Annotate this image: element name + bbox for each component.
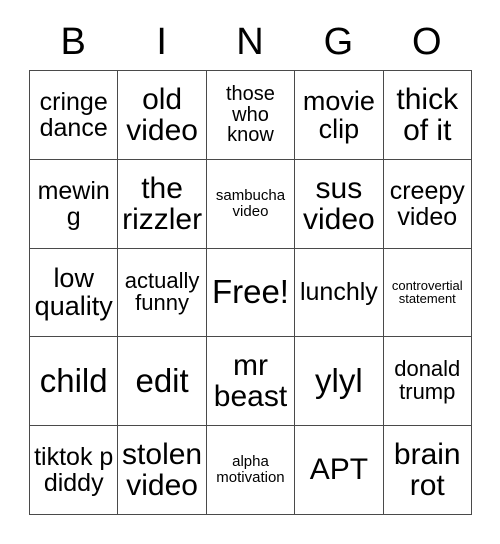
bingo-cell[interactable]: sus video: [294, 158, 384, 249]
bingo-cell[interactable]: sambucha video: [205, 158, 296, 249]
bingo-cell-label: the rizzler: [122, 171, 203, 236]
bingo-cell-label: cringe dance: [39, 87, 108, 142]
bingo-cell-label: mewing: [37, 176, 110, 231]
bingo-cell[interactable]: edit: [117, 336, 207, 427]
bingo-cell[interactable]: APT: [294, 425, 384, 515]
bingo-cell-label: sambucha video: [215, 187, 286, 220]
bingo-cell[interactable]: old video: [117, 70, 207, 160]
bingo-cell-label: stolen video: [122, 437, 203, 503]
header-letter-o: O: [412, 21, 442, 63]
bingo-row: child edit mr beast ylyl donald trump: [28, 336, 472, 427]
bingo-cell-free-space[interactable]: Free!: [205, 247, 296, 338]
bingo-cell[interactable]: the rizzler: [117, 158, 207, 249]
bingo-cell-label: child: [39, 362, 108, 400]
bingo-cell[interactable]: alpha motivation: [205, 425, 296, 515]
bingo-cell-label: movie clip: [302, 85, 375, 144]
bingo-cell[interactable]: brain rot: [382, 425, 472, 515]
bingo-row: cringe dance old video those who know mo…: [28, 70, 472, 160]
bingo-cell[interactable]: low quality: [28, 247, 119, 338]
bingo-cell[interactable]: those who know: [205, 70, 296, 160]
header-letter-i: I: [156, 21, 167, 63]
bingo-cell[interactable]: movie clip: [294, 70, 384, 160]
bingo-cell-label: old video: [126, 82, 198, 147]
bingo-cell-label: alpha motivation: [216, 453, 285, 487]
bingo-cell[interactable]: lunchly: [294, 247, 384, 338]
bingo-cell[interactable]: ylyl: [294, 336, 384, 427]
bingo-cell-label: lunchly: [299, 278, 378, 307]
bingo-row: low quality actually funny Free! lunchly…: [28, 247, 472, 338]
bingo-header-row: B I N G O: [29, 14, 471, 70]
header-letter-n: N: [236, 21, 264, 63]
bingo-cell-label: tiktok p diddy: [34, 443, 114, 498]
bingo-card: B I N G O cringe dance old video those w…: [28, 14, 472, 515]
bingo-row: tiktok p diddy stolen video alpha motiva…: [28, 425, 472, 515]
bingo-cell[interactable]: tiktok p diddy: [28, 425, 119, 515]
bingo-cell[interactable]: cringe dance: [28, 70, 119, 160]
bingo-cell[interactable]: thick of it: [382, 70, 472, 160]
bingo-cell[interactable]: mr beast: [205, 336, 296, 427]
header-letter-b: B: [60, 21, 86, 63]
bingo-cell[interactable]: controvertial statement: [382, 247, 472, 338]
bingo-cell-label: donald trump: [394, 356, 461, 405]
bingo-cell[interactable]: actually funny: [117, 247, 207, 338]
bingo-cell[interactable]: stolen video: [117, 425, 207, 515]
bingo-cell-label: thick of it: [396, 82, 459, 147]
bingo-cell-label: Free!: [211, 273, 289, 311]
bingo-cell[interactable]: donald trump: [382, 336, 472, 427]
bingo-cell-label: APT: [309, 453, 369, 487]
bingo-cell-label: actually funny: [124, 267, 200, 316]
bingo-cell[interactable]: child: [28, 336, 119, 427]
bingo-cell-label: mr beast: [213, 349, 288, 414]
bingo-cell-label: edit: [135, 362, 189, 400]
bingo-cell[interactable]: mewing: [28, 158, 119, 249]
bingo-row: mewing the rizzler sambucha video sus vi…: [28, 158, 472, 249]
bingo-cell-label: low quality: [34, 263, 113, 322]
bingo-cell-label: controvertial statement: [391, 277, 463, 307]
bingo-cell-label: those who know: [226, 82, 275, 147]
bingo-cell-label: ylyl: [315, 362, 363, 400]
bingo-cell[interactable]: creepy video: [382, 158, 472, 249]
bingo-cell-label: brain rot: [393, 437, 461, 503]
bingo-cell-label: creepy video: [389, 176, 465, 231]
bingo-grid: cringe dance old video those who know mo…: [28, 70, 472, 515]
header-letter-g: G: [323, 21, 354, 63]
bingo-cell-label: sus video: [303, 171, 375, 236]
